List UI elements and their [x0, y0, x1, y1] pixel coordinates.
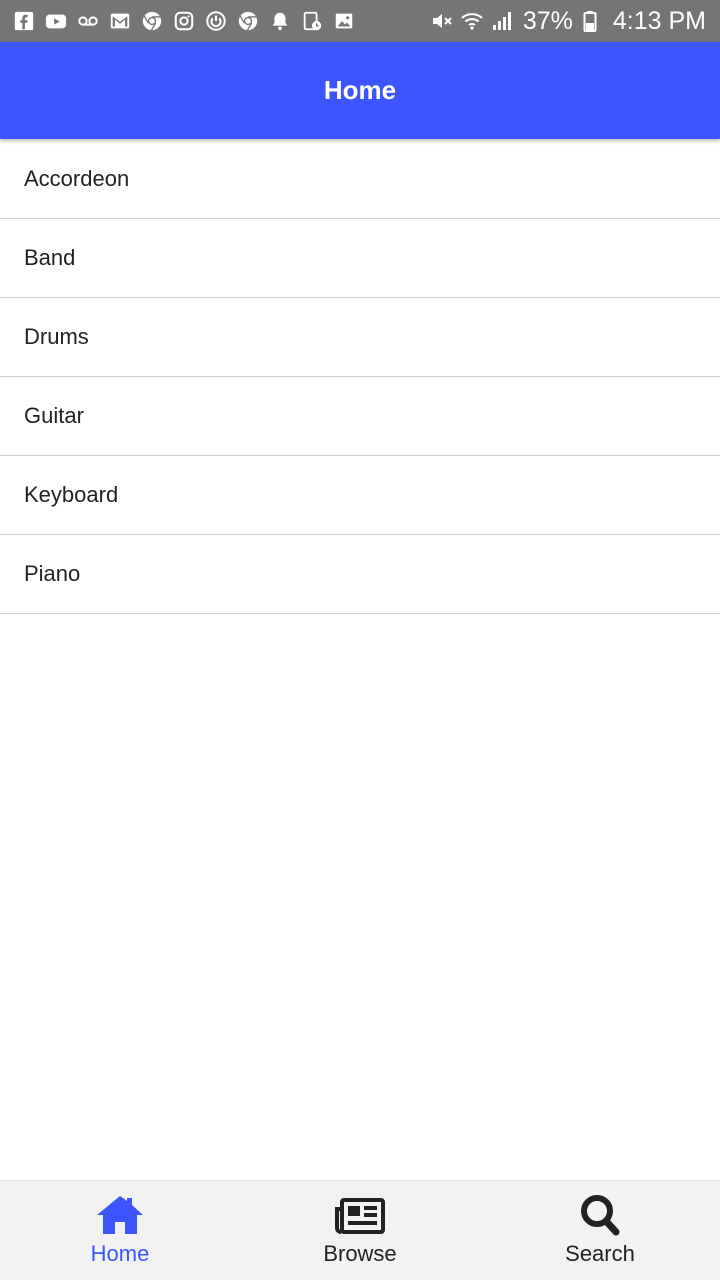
chrome-icon [140, 9, 164, 33]
gmail-icon [108, 9, 132, 33]
chrome-icon [236, 9, 260, 33]
newspaper-icon [335, 1198, 385, 1234]
calendar-icon [300, 9, 324, 33]
status-clock: 4:13 PM [612, 6, 706, 35]
app-bar: Home [0, 42, 720, 139]
wifi-icon [459, 8, 485, 34]
facebook-icon [12, 9, 36, 33]
instrument-list: Accordeon Band Drums Guitar Keyboard Pia… [0, 140, 720, 614]
list-item-label: Keyboard [24, 482, 119, 507]
tab-search[interactable]: Search [480, 1181, 720, 1280]
bottom-navigation: Home Browse Search [0, 1180, 720, 1280]
list-item-band[interactable]: Band [0, 219, 720, 298]
power-app-icon [204, 9, 228, 33]
list-item-piano[interactable]: Piano [0, 535, 720, 614]
mute-icon [429, 8, 455, 34]
battery-icon [577, 8, 603, 34]
tab-search-label: Search [565, 1241, 635, 1266]
list-item-label: Band [24, 245, 76, 270]
notification-icons [12, 9, 364, 33]
list-item-label: Piano [24, 561, 81, 586]
status-bar: 37% 4:13 PM [0, 0, 720, 42]
app-screen: 37% 4:13 PM Home Accordeon Band Drums Gu… [0, 0, 720, 1280]
voicemail-icon [76, 9, 100, 33]
tab-home[interactable]: Home [0, 1181, 240, 1280]
youtube-icon [44, 9, 68, 33]
signal-icon [489, 8, 515, 34]
list-item-accordeon[interactable]: Accordeon [0, 140, 720, 219]
tab-browse[interactable]: Browse [240, 1181, 480, 1280]
list-item-guitar[interactable]: Guitar [0, 377, 720, 456]
list-item-label: Guitar [24, 403, 84, 428]
list-item-label: Accordeon [24, 166, 130, 191]
image-icon [332, 9, 356, 33]
home-icon [97, 1196, 143, 1234]
system-status: 37% 4:13 PM [429, 7, 706, 36]
notification-bell-icon [268, 9, 292, 33]
list-item-keyboard[interactable]: Keyboard [0, 456, 720, 535]
tab-browse-label: Browse [323, 1241, 397, 1266]
list-item-drums[interactable]: Drums [0, 298, 720, 377]
tab-home-label: Home [90, 1241, 150, 1266]
list-item-label: Drums [24, 324, 89, 349]
search-icon [581, 1195, 620, 1236]
page-title: Home [323, 75, 397, 105]
battery-percent: 37% [522, 6, 573, 35]
instagram-icon [172, 9, 196, 33]
